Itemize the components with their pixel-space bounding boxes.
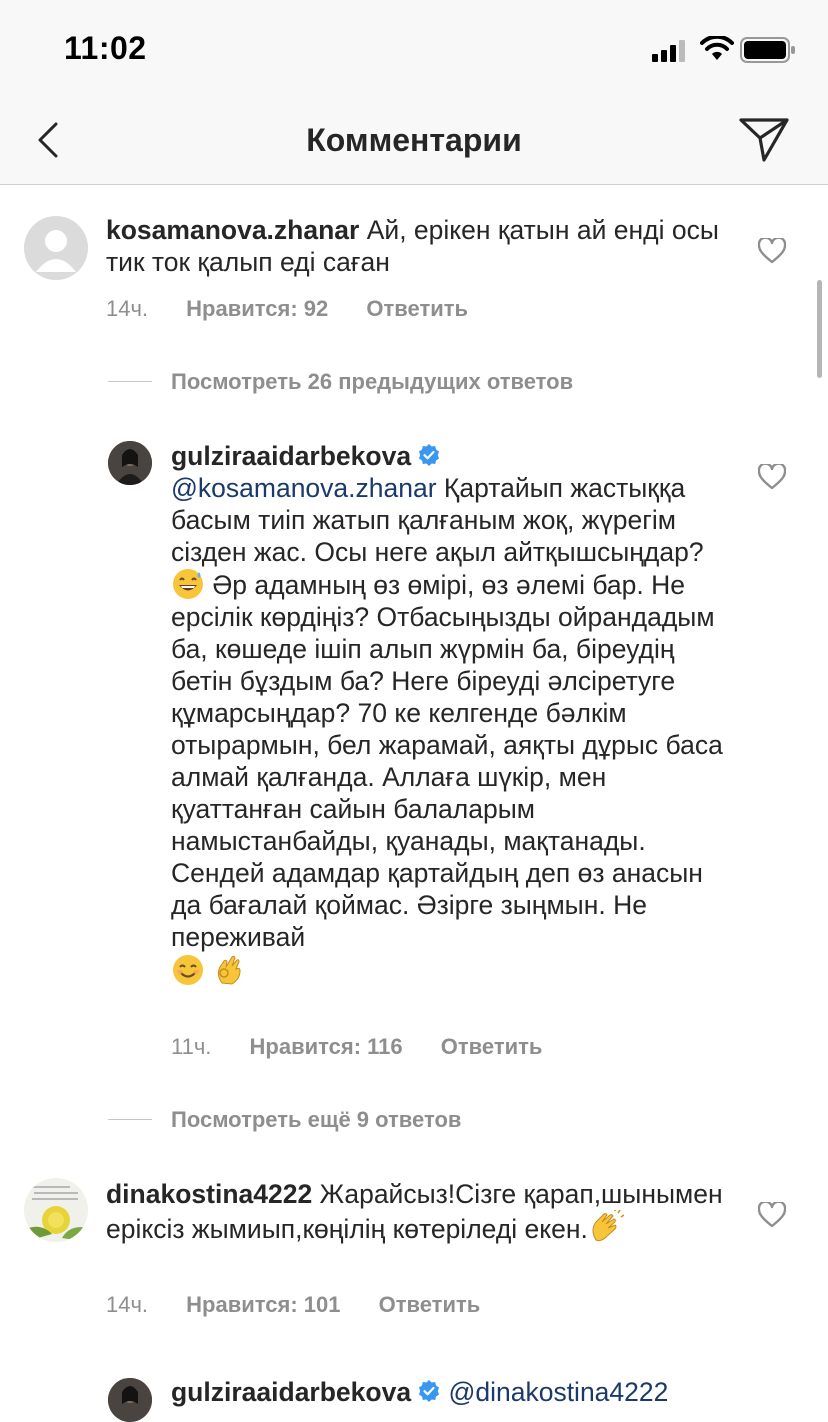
paper-plane-icon[interactable] (738, 116, 790, 164)
reply-username[interactable]: gulziraaidarbekova (171, 1377, 411, 1407)
reply-button[interactable]: Ответить (366, 296, 468, 321)
default-avatar-icon (36, 230, 76, 272)
view-more-replies[interactable]: Посмотреть ещё 9 ответов (171, 1107, 461, 1133)
comment-body: dinakostina4222 Жарайсыз!Сізге қарап,шын… (106, 1178, 726, 1245)
profile-photo (24, 1178, 88, 1242)
likes-count[interactable]: Нравится: 116 (250, 1034, 403, 1059)
mention-link[interactable]: @kosamanova.zhanar (171, 473, 437, 503)
battery-icon (740, 37, 795, 63)
profile-photo (108, 441, 152, 485)
comment-time: 14ч. (106, 296, 149, 321)
reply-body: gulziraaidarbekova @dinakostina4222 (171, 1376, 791, 1408)
likes-count[interactable]: Нравится: 101 (186, 1292, 340, 1317)
page-title: Комментарии (306, 122, 522, 158)
cellular-signal-icon (652, 40, 685, 62)
reply-body: gulziraaidarbekova @kosamanova.zhanar Қа… (171, 440, 731, 988)
divider (108, 1119, 152, 1120)
comment-username[interactable]: kosamanova.zhanar (106, 215, 359, 245)
wifi-icon (700, 36, 734, 60)
view-previous-replies[interactable]: Посмотреть 26 предыдущих ответов (171, 369, 573, 395)
reply-meta: 11ч. Нравится: 116 Ответить (171, 1034, 574, 1060)
verified-badge-icon (419, 1380, 440, 1402)
profile-photo (108, 1378, 152, 1422)
comment-time: 14ч. (106, 1292, 149, 1317)
status-time: 11:02 (64, 30, 147, 66)
avatar[interactable] (24, 216, 88, 280)
reply-username[interactable]: gulziraaidarbekova (171, 441, 411, 471)
clapping-hands-emoji-icon (592, 1210, 624, 1242)
mention-link[interactable]: @dinakostina4222 (448, 1377, 668, 1407)
comment-body: kosamanova.zhanar Ай, ерікен қатын ай ен… (106, 214, 726, 278)
nav-header: Комментарии (0, 100, 828, 185)
heart-outline-icon[interactable] (758, 464, 786, 490)
reply-button[interactable]: Ответить (379, 1292, 481, 1317)
divider (108, 381, 152, 382)
scrollbar[interactable] (817, 280, 822, 378)
grinning-sweat-emoji-icon (173, 569, 203, 599)
verified-badge-icon (419, 444, 440, 466)
heart-outline-icon[interactable] (758, 1202, 786, 1228)
status-bar: 11:02 (0, 0, 828, 100)
avatar[interactable] (108, 441, 152, 485)
comment-meta: 14ч. Нравится: 92 Ответить (106, 296, 500, 322)
comment-meta: 14ч. Нравится: 101 Ответить (106, 1292, 512, 1318)
smiling-face-emoji-icon (173, 955, 203, 985)
reply-text-part2: Әр адамның өз өмірі, өз әлемі бар. Не ер… (171, 570, 723, 952)
reply-time: 11ч. (171, 1034, 212, 1059)
likes-count[interactable]: Нравится: 92 (186, 296, 328, 321)
avatar[interactable] (24, 1178, 88, 1242)
ok-hand-emoji-icon (218, 955, 241, 985)
comment-username[interactable]: dinakostina4222 (106, 1179, 312, 1209)
avatar[interactable] (108, 1378, 152, 1422)
reply-button[interactable]: Ответить (441, 1034, 543, 1059)
heart-outline-icon[interactable] (758, 238, 786, 264)
